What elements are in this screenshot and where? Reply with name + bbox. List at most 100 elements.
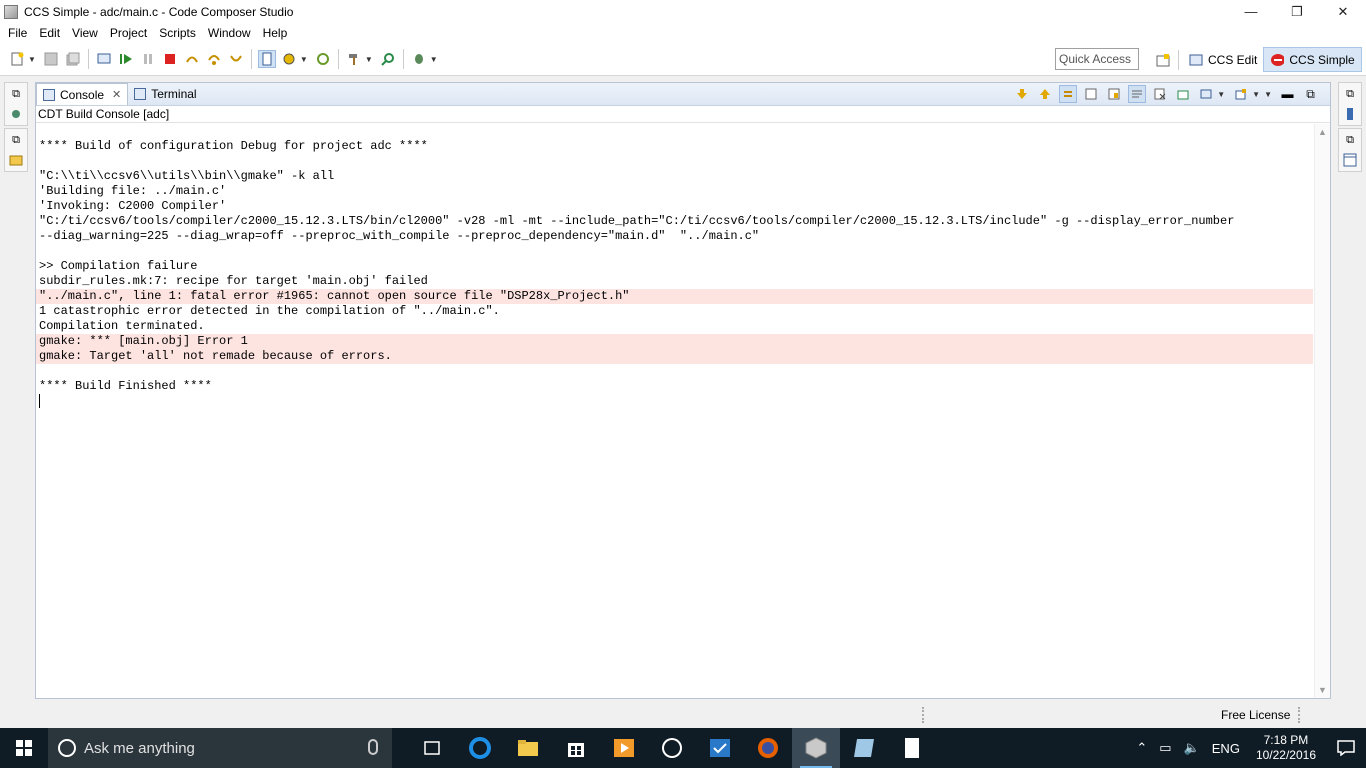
menu-edit[interactable]: Edit xyxy=(33,26,66,40)
project-explorer-icon[interactable] xyxy=(9,153,23,167)
build-icon[interactable] xyxy=(280,50,298,68)
action-center-icon[interactable] xyxy=(1326,728,1366,768)
hammer-dropdown-icon[interactable]: ▼ xyxy=(365,55,373,64)
debug-target-icon[interactable] xyxy=(257,50,276,68)
next-error-icon[interactable] xyxy=(1013,85,1031,103)
quick-access-input[interactable]: Quick Access xyxy=(1055,48,1139,70)
code-composer-studio-icon[interactable] xyxy=(792,728,840,768)
close-icon[interactable]: ✕ xyxy=(112,88,121,101)
window-controls: — ❐ ✕ xyxy=(1228,0,1366,23)
menu-file[interactable]: File xyxy=(2,26,33,40)
save-all-icon[interactable] xyxy=(64,50,82,68)
edge-icon[interactable] xyxy=(456,728,504,768)
debug-bug-icon[interactable] xyxy=(410,50,428,68)
notes-app-icon[interactable] xyxy=(840,728,888,768)
maximize-view-icon[interactable]: ⧉ xyxy=(1302,85,1320,103)
scroll-up-icon[interactable]: ▲ xyxy=(1315,124,1330,140)
firefox-icon[interactable] xyxy=(744,728,792,768)
toolbar-separator xyxy=(87,49,89,69)
restore-icon[interactable]: ⧉ xyxy=(1343,133,1357,147)
menu-scripts[interactable]: Scripts xyxy=(153,26,202,40)
microphone-icon[interactable] xyxy=(368,739,378,755)
step-over-icon[interactable] xyxy=(205,50,223,68)
license-status[interactable]: Free License xyxy=(1221,708,1290,722)
previous-error-icon[interactable] xyxy=(1036,85,1054,103)
step-into-icon[interactable] xyxy=(183,50,201,68)
display-console-dropdown-icon[interactable]: ▼ xyxy=(1217,90,1225,99)
toolbar-separator xyxy=(402,49,404,69)
new-dropdown-icon[interactable]: ▼ xyxy=(28,55,36,64)
new-icon[interactable] xyxy=(8,50,26,68)
perspective-ccs-edit[interactable]: CCS Edit xyxy=(1183,47,1263,72)
view-menu-icon[interactable]: ▼ xyxy=(1264,90,1272,99)
search-icon[interactable] xyxy=(379,50,397,68)
clock[interactable]: 7:18 PM 10/22/2016 xyxy=(1246,733,1326,763)
restore-icon[interactable]: ⧉ xyxy=(9,87,23,101)
restore-icon[interactable]: ⧉ xyxy=(9,133,23,147)
toolbar-separator xyxy=(250,49,252,69)
title-bar: CCS Simple - adc/main.c - Code Composer … xyxy=(0,0,1366,23)
media-player-icon[interactable] xyxy=(600,728,648,768)
tasks-app-icon[interactable] xyxy=(696,728,744,768)
minimize-view-icon[interactable]: ▬ xyxy=(1279,85,1297,103)
ccs-simple-icon xyxy=(1271,53,1285,66)
file-explorer-icon[interactable] xyxy=(504,728,552,768)
debug-dropdown-icon[interactable]: ▼ xyxy=(430,55,438,64)
save-icon[interactable] xyxy=(42,50,60,68)
console-input-line[interactable] xyxy=(36,394,1313,409)
scroll-lock-icon[interactable] xyxy=(1105,85,1123,103)
show-hidden-icons-icon[interactable]: ⌃ xyxy=(1130,740,1153,756)
tab-console[interactable]: Console ✕ xyxy=(36,83,129,105)
console-line: subdir_rules.mk:7: recipe for target 'ma… xyxy=(39,274,428,288)
refresh-icon[interactable] xyxy=(314,50,332,68)
menu-view[interactable]: View xyxy=(66,26,104,40)
console-icon[interactable] xyxy=(95,50,113,68)
volume-icon[interactable]: 🔈 xyxy=(1178,740,1206,756)
close-button[interactable]: ✕ xyxy=(1320,0,1366,23)
link-errors-icon[interactable] xyxy=(1058,85,1077,103)
maximize-button[interactable]: ❐ xyxy=(1274,0,1320,23)
terminate-icon[interactable] xyxy=(161,50,179,68)
word-wrap-icon[interactable] xyxy=(1127,85,1146,103)
perspective-label: CCS Simple xyxy=(1289,52,1355,67)
suspend-icon[interactable] xyxy=(139,50,157,68)
store-icon[interactable] xyxy=(552,728,600,768)
tab-terminal[interactable]: Terminal xyxy=(128,83,202,105)
task-view-icon[interactable] xyxy=(408,728,456,768)
display-console-icon[interactable] xyxy=(1197,85,1215,103)
console-output[interactable]: **** Build of configuration Debug for pr… xyxy=(36,124,1313,698)
search-placeholder: Ask me anything xyxy=(84,739,195,757)
memory-view-icon[interactable] xyxy=(1343,107,1357,121)
cortana-search-box[interactable]: Ask me anything xyxy=(48,728,392,768)
menu-project[interactable]: Project xyxy=(104,26,153,40)
step-return-icon[interactable] xyxy=(227,50,245,68)
open-perspective-icon[interactable] xyxy=(1154,51,1172,69)
menu-help[interactable]: Help xyxy=(257,26,294,40)
blank-document-icon[interactable] xyxy=(888,728,936,768)
vertical-scrollbar[interactable]: ▲ ▼ xyxy=(1314,124,1330,698)
menu-window[interactable]: Window xyxy=(202,26,257,40)
build-dropdown-icon[interactable]: ▼ xyxy=(300,55,308,64)
start-button[interactable] xyxy=(0,728,48,768)
resume-icon[interactable] xyxy=(117,50,135,68)
taskbar-apps xyxy=(408,728,936,768)
open-console-dropdown-icon[interactable]: ▼ xyxy=(1252,90,1260,99)
minimize-button[interactable]: — xyxy=(1228,0,1274,23)
hammer-icon[interactable] xyxy=(345,50,363,68)
console-error-line: gmake: *** [main.obj] Error 1 xyxy=(36,334,1313,349)
clear-console-icon[interactable] xyxy=(1151,85,1169,103)
scroll-down-icon[interactable]: ▼ xyxy=(1315,682,1330,698)
restore-icon[interactable]: ⧉ xyxy=(1343,87,1357,101)
system-tray: ⌃ ▭ 🔈 ENG 7:18 PM 10/22/2016 xyxy=(1130,728,1366,768)
network-icon[interactable]: ▭ xyxy=(1153,740,1177,756)
pin-console-icon[interactable] xyxy=(1174,85,1192,103)
debug-view-icon[interactable] xyxy=(9,107,23,121)
outline-view-icon[interactable] xyxy=(1343,153,1357,167)
hp-icon[interactable] xyxy=(648,728,696,768)
language-indicator[interactable]: ENG xyxy=(1206,741,1246,756)
console-error-line: gmake: Target 'all' not remade because o… xyxy=(36,349,1313,364)
perspective-ccs-simple[interactable]: CCS Simple xyxy=(1263,47,1362,72)
copy-build-log-icon[interactable] xyxy=(1082,85,1100,103)
open-console-icon[interactable] xyxy=(1232,85,1250,103)
